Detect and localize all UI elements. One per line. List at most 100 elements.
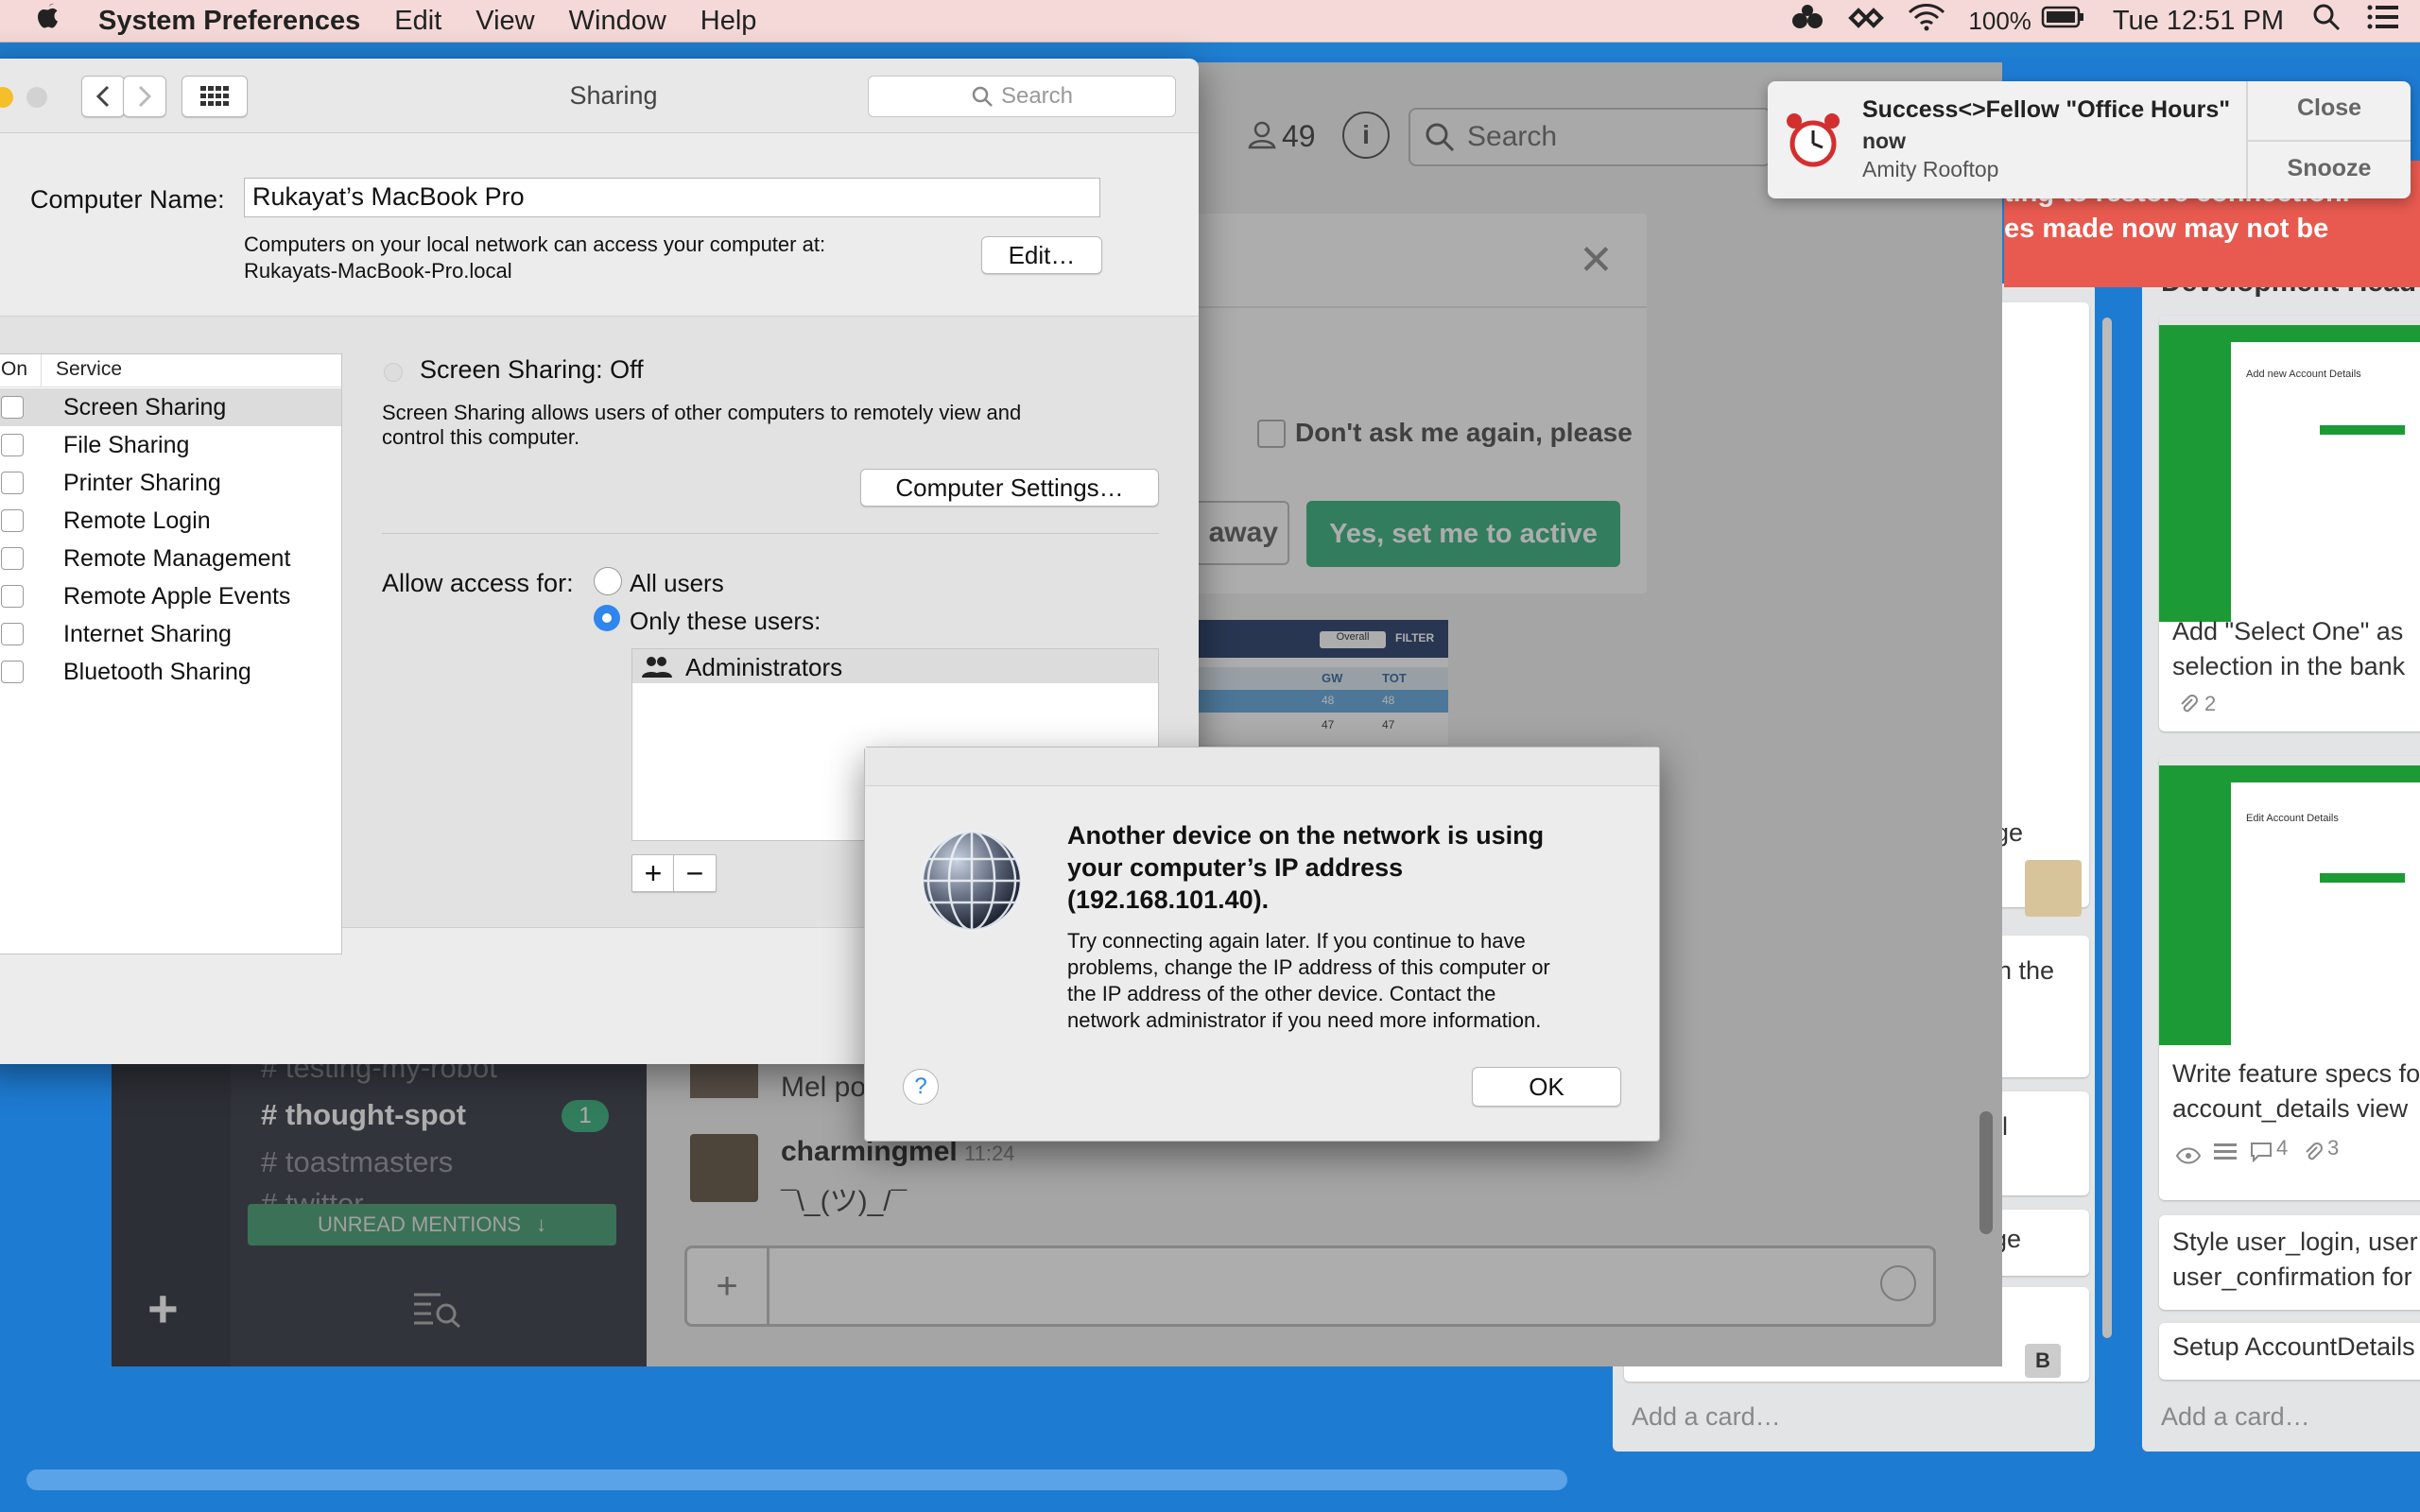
service-checkbox[interactable] bbox=[1, 661, 24, 683]
all-users-label[interactable]: All users bbox=[630, 569, 724, 598]
comment-icon bbox=[2250, 1140, 2273, 1169]
remove-user-button[interactable]: − bbox=[673, 854, 717, 892]
service-row[interactable]: Printer Sharing bbox=[0, 464, 341, 502]
list2-card-3-title: Style user_login, user user_confirmation… bbox=[2172, 1228, 2418, 1291]
list1-scrollbar[interactable] bbox=[2102, 318, 2112, 1338]
attachment-icon bbox=[2178, 694, 2199, 720]
screen-sharing-description-2: control this computer. bbox=[382, 425, 580, 449]
infinity-icon[interactable] bbox=[1847, 6, 1885, 37]
calendar-notification[interactable]: Success<>Fellow "Office Hours" now Amity… bbox=[1768, 81, 2411, 198]
search-icon bbox=[972, 86, 993, 107]
radio-all-users[interactable] bbox=[594, 567, 622, 595]
service-label: Remote Apple Events bbox=[63, 583, 291, 610]
computer-name-field[interactable]: Rukayat’s MacBook Pro bbox=[244, 178, 1100, 217]
list2-card-2[interactable]: Edit Account Details Write feature specs… bbox=[2159, 756, 2420, 1200]
notification-title: Success<>Fellow "Office Hours" bbox=[1862, 96, 2231, 123]
menu-edit[interactable]: Edit bbox=[394, 6, 441, 37]
notification-time: now bbox=[1862, 129, 1906, 153]
service-label: Internet Sharing bbox=[63, 621, 232, 647]
user-row-administrators[interactable]: Administrators bbox=[632, 649, 1158, 683]
list2-card-4-title: Setup AccountDetails bbox=[2172, 1332, 2415, 1361]
service-checkbox[interactable] bbox=[1, 396, 24, 419]
list2-card-2-comments: 4 bbox=[2276, 1136, 2289, 1160]
minus-icon: − bbox=[685, 855, 704, 890]
service-checkbox[interactable] bbox=[1, 585, 24, 608]
status-indicator bbox=[384, 363, 403, 382]
menu-view[interactable]: View bbox=[475, 6, 534, 37]
computer-settings-button[interactable]: Computer Settings… bbox=[860, 469, 1159, 507]
service-checkbox[interactable] bbox=[1, 547, 24, 570]
menu-bar: System Preferences Edit View Window Help… bbox=[0, 0, 2420, 43]
help-button[interactable]: ? bbox=[903, 1069, 939, 1105]
battery-icon[interactable] bbox=[2041, 5, 2084, 37]
computer-name-label: Computer Name: bbox=[30, 185, 225, 214]
service-row[interactable]: Internet Sharing bbox=[0, 615, 341, 653]
service-checkbox[interactable] bbox=[1, 472, 24, 494]
alert-body-line-4: network administrator if you need more i… bbox=[1067, 1008, 1542, 1032]
list2-card-1-attachments: 2 bbox=[2204, 692, 2217, 715]
notification-location: Amity Rooftop bbox=[1862, 157, 1999, 181]
list2-card-4[interactable]: Setup AccountDetails bbox=[2159, 1323, 2420, 1380]
screen-sharing-status: Screen Sharing: Off bbox=[420, 355, 644, 384]
list2-card-2-thumb-heading: Edit Account Details bbox=[2246, 813, 2339, 824]
network-globe-icon bbox=[920, 829, 1024, 937]
menu-window[interactable]: Window bbox=[569, 6, 666, 37]
alarm-clock-icon bbox=[1783, 110, 1843, 175]
list2-card-2-title: Write feature specs for account_details … bbox=[2172, 1059, 2420, 1123]
alert-heading-line-2: your computer’s IP address bbox=[1067, 853, 1404, 882]
notification-center-icon[interactable] bbox=[2367, 4, 2399, 38]
banner-line-2: es made now may not be bbox=[2004, 214, 2329, 244]
clock[interactable]: Tue 12:51 PM bbox=[2113, 6, 2284, 37]
dropbox-icon[interactable] bbox=[1790, 4, 1824, 38]
computer-settings-label: Computer Settings… bbox=[895, 472, 1124, 502]
service-row[interactable]: Remote Login bbox=[0, 502, 341, 540]
only-these-users-label[interactable]: Only these users: bbox=[630, 607, 821, 636]
watch-icon bbox=[2175, 1142, 2202, 1171]
allow-access-label: Allow access for: bbox=[382, 569, 574, 597]
list1-card-3-fragment: l bbox=[2002, 1112, 2008, 1141]
ok-label: OK bbox=[1529, 1072, 1564, 1101]
menu-help[interactable]: Help bbox=[700, 6, 757, 37]
preferences-search[interactable]: Search bbox=[868, 76, 1176, 117]
service-row[interactable]: Remote Management bbox=[0, 540, 341, 577]
group-icon bbox=[642, 657, 672, 678]
network-address: Rukayats-MacBook-Pro.local bbox=[244, 259, 512, 283]
alert-heading-line-3: (192.168.101.40). bbox=[1067, 885, 1270, 914]
screen-sharing-description-1: Screen Sharing allows users of other com… bbox=[382, 401, 1022, 424]
service-checkbox[interactable] bbox=[1, 623, 24, 645]
list2-card-1[interactable]: Add new Account Details Add "Select One"… bbox=[2159, 316, 2420, 731]
plus-icon: + bbox=[644, 855, 663, 890]
list1-add-card[interactable]: Add a card… bbox=[1632, 1402, 1781, 1432]
list1-card-5-badge: B bbox=[2025, 1344, 2061, 1378]
list2-card-1-thumbnail bbox=[2159, 342, 2231, 622]
service-row[interactable]: Remote Apple Events bbox=[0, 577, 341, 615]
list2-card-3[interactable]: Style user_login, user user_confirmation… bbox=[2159, 1215, 2420, 1310]
spotlight-search-icon[interactable] bbox=[2312, 3, 2341, 39]
edit-name-button[interactable]: Edit… bbox=[981, 236, 1102, 274]
service-label: Bluetooth Sharing bbox=[63, 659, 251, 685]
list2-card-1-thumb-heading: Add new Account Details bbox=[2246, 369, 2361, 380]
radio-only-these-users[interactable] bbox=[594, 605, 620, 631]
member-avatar[interactable] bbox=[2025, 860, 2082, 917]
alert-heading-line-1: Another device on the network is using bbox=[1067, 821, 1545, 850]
service-row[interactable]: Bluetooth Sharing bbox=[0, 653, 341, 691]
service-row[interactable]: File Sharing bbox=[0, 426, 341, 464]
description-icon bbox=[2214, 1140, 2237, 1169]
service-list: On Service Screen Sharing File Sharing Pri… bbox=[0, 353, 342, 954]
notification-close-button[interactable]: Close bbox=[2248, 94, 2411, 122]
service-row[interactable]: Screen Sharing bbox=[0, 388, 341, 426]
app-menu-system-preferences[interactable]: System Preferences bbox=[98, 6, 360, 37]
ok-button[interactable]: OK bbox=[1472, 1067, 1621, 1107]
wifi-icon[interactable] bbox=[1908, 3, 1945, 39]
board-horizontal-scrollbar[interactable] bbox=[26, 1469, 1567, 1490]
service-label: Screen Sharing bbox=[63, 394, 227, 421]
apple-menu-icon[interactable] bbox=[36, 2, 64, 40]
attachment-icon bbox=[2303, 1140, 2324, 1169]
service-checkbox[interactable] bbox=[1, 509, 24, 532]
list2-add-card[interactable]: Add a card… bbox=[2161, 1402, 2310, 1432]
service-checkbox[interactable] bbox=[1, 434, 24, 456]
add-user-button[interactable]: + bbox=[631, 854, 675, 892]
edit-name-label: Edit… bbox=[1008, 240, 1076, 269]
service-label: Printer Sharing bbox=[63, 470, 221, 496]
notification-snooze-button[interactable]: Snooze bbox=[2248, 155, 2411, 182]
